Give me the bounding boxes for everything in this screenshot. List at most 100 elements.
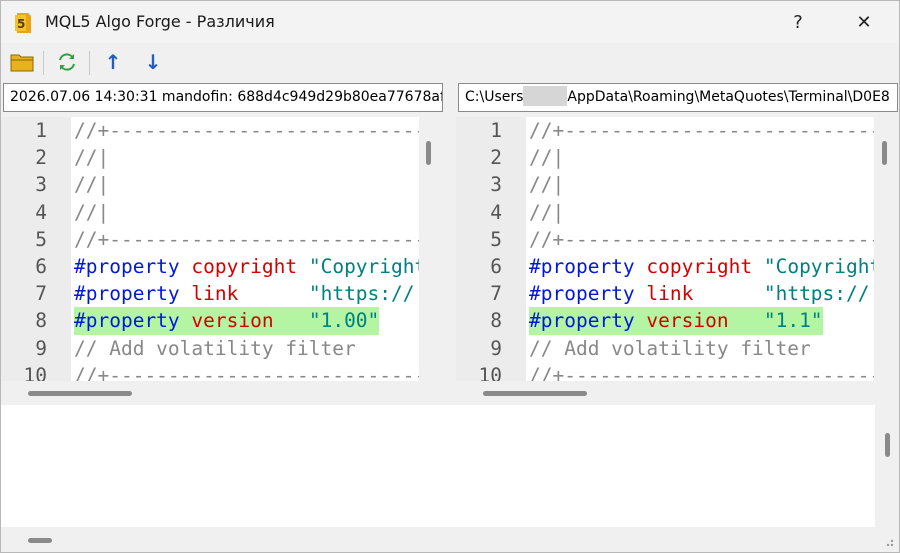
property-name: copyright bbox=[646, 254, 753, 278]
line-number: 8 bbox=[35, 309, 47, 333]
arrow-up-icon: ↑ bbox=[104, 50, 122, 74]
property-name: copyright bbox=[191, 254, 298, 278]
line-number: 10 bbox=[23, 363, 47, 381]
code-text: //| bbox=[529, 144, 564, 171]
right-horizontal-scrollbar[interactable] bbox=[456, 381, 899, 405]
comment-text: // Add volatility filter bbox=[74, 336, 356, 360]
comment-text: //+------------------------------------- bbox=[74, 119, 419, 142]
line-number: 6 bbox=[490, 254, 502, 278]
code-line: 3 //| C bbox=[456, 171, 874, 198]
code-text: //| bbox=[529, 199, 564, 226]
code-line: 1 //+------------------------------------… bbox=[1, 117, 419, 144]
directive-keyword: #property bbox=[74, 282, 180, 306]
code-text: //| C bbox=[529, 171, 874, 198]
code-line: 9 // Add volatility filter bbox=[456, 335, 874, 362]
scroll-thumb[interactable] bbox=[28, 538, 52, 543]
refresh-button[interactable] bbox=[54, 49, 80, 75]
comment-text: //+------------------------------------- bbox=[529, 119, 874, 142]
details-vertical-scrollbar[interactable] bbox=[877, 405, 897, 527]
open-folder-button[interactable] bbox=[9, 49, 35, 75]
code-text: //+------------------------------------- bbox=[529, 117, 874, 144]
right-vertical-scrollbar[interactable] bbox=[877, 117, 895, 381]
code-line: 7 #property link "https:// bbox=[1, 280, 419, 307]
diff-window: 5 MQL5 Algo Forge - Различия ? ✕ ↑ ↓ 202… bbox=[0, 0, 900, 553]
code-text: #property copyright "Copyright bbox=[529, 253, 874, 280]
code-text: //+------------------------------------- bbox=[529, 362, 874, 381]
directive-keyword: #property bbox=[74, 254, 180, 278]
left-file-path[interactable]: 2026.07.06 14:30:31 mandofin: 688d4c949d… bbox=[3, 83, 443, 112]
arrow-down-icon: ↓ bbox=[144, 50, 162, 74]
property-value: "https:// bbox=[308, 282, 415, 306]
scroll-thumb[interactable] bbox=[483, 391, 587, 396]
title-bar[interactable]: 5 MQL5 Algo Forge - Различия ? ✕ bbox=[1, 1, 899, 43]
code-line: 2 //| bbox=[1, 144, 419, 171]
right-path-prefix: C:\Users bbox=[465, 89, 524, 105]
comment-text: //| bbox=[74, 146, 110, 170]
property-name: link bbox=[191, 282, 239, 306]
changed-code-line: 8 #property version "1.1" bbox=[456, 307, 874, 335]
scroll-thumb[interactable] bbox=[885, 433, 890, 457]
comment-text: //+------------------------------------- bbox=[74, 363, 419, 381]
code-text: //+------------------------------------- bbox=[74, 362, 419, 381]
toolbar: ↑ ↓ bbox=[1, 43, 899, 81]
scroll-thumb[interactable] bbox=[28, 391, 132, 396]
right-code-pane[interactable]: 1 //+------------------------------------… bbox=[456, 117, 874, 381]
line-number: 4 bbox=[35, 200, 47, 224]
code-text: #property copyright "Copyright bbox=[74, 253, 419, 280]
left-code-pane[interactable]: 1 //+------------------------------------… bbox=[1, 117, 419, 381]
close-button[interactable]: ✕ bbox=[841, 1, 887, 43]
mql5-app-icon: 5 bbox=[15, 13, 31, 33]
code-line: 6 #property copyright "Copyright bbox=[1, 253, 419, 280]
details-horizontal-scrollbar[interactable] bbox=[1, 527, 875, 552]
directive-keyword: #property bbox=[529, 309, 635, 333]
next-difference-button[interactable]: ↓ bbox=[140, 49, 166, 75]
comment-text: // Add volatility filter bbox=[529, 336, 811, 360]
refresh-icon bbox=[59, 53, 75, 71]
property-name: version bbox=[191, 309, 274, 333]
line-number: 5 bbox=[35, 227, 47, 251]
code-text: #property version "1.00" bbox=[74, 307, 380, 335]
right-code-lines: 1 //+------------------------------------… bbox=[456, 117, 874, 381]
previous-difference-button[interactable]: ↑ bbox=[100, 49, 126, 75]
code-line: 5 //+------------------------------------… bbox=[1, 226, 419, 253]
resize-grip-icon[interactable] bbox=[881, 534, 895, 548]
property-value: "Copyright bbox=[763, 254, 874, 278]
help-button[interactable]: ? bbox=[775, 1, 821, 43]
svg-text:5: 5 bbox=[17, 17, 25, 31]
right-file-path[interactable]: C:\Users AppData\Roaming\MetaQuotes\Termi… bbox=[458, 83, 898, 112]
directive-keyword: #property bbox=[529, 282, 635, 306]
comment-text: //| bbox=[74, 200, 110, 224]
code-text: #property link "https:// bbox=[529, 280, 870, 307]
property-value: "https:// bbox=[763, 282, 870, 306]
details-pane[interactable] bbox=[1, 405, 875, 527]
code-text: //+------------------------------------- bbox=[529, 226, 874, 253]
code-text: // Add volatility filter bbox=[74, 335, 356, 362]
left-horizontal-scrollbar[interactable] bbox=[1, 381, 441, 405]
line-number: 3 bbox=[490, 173, 502, 197]
line-number: 6 bbox=[35, 254, 47, 278]
code-text: // Add volatility filter bbox=[529, 335, 811, 362]
line-number: 8 bbox=[490, 309, 502, 333]
code-text: //| bbox=[74, 144, 109, 171]
property-value: "Copyright bbox=[308, 254, 419, 278]
code-line: 10 //+-----------------------------------… bbox=[1, 362, 419, 381]
toolbar-separator bbox=[89, 51, 90, 75]
line-number: 10 bbox=[478, 363, 502, 381]
code-line: 6 #property copyright "Copyright bbox=[456, 253, 874, 280]
comment-text: //+------------------------------------- bbox=[529, 363, 874, 381]
code-text: //| bbox=[74, 199, 109, 226]
line-number: 9 bbox=[490, 336, 502, 360]
comment-text: //| C bbox=[529, 173, 565, 197]
code-line: 2 //| bbox=[456, 144, 874, 171]
scroll-thumb[interactable] bbox=[426, 141, 431, 165]
comment-text: //| bbox=[529, 200, 565, 224]
left-vertical-scrollbar[interactable] bbox=[421, 117, 439, 381]
comment-text: //| bbox=[529, 146, 565, 170]
code-line: 1 //+------------------------------------… bbox=[456, 117, 874, 144]
scroll-thumb[interactable] bbox=[882, 141, 887, 165]
code-line: 10 //+-----------------------------------… bbox=[456, 362, 874, 381]
comment-text: //+------------------------------------- bbox=[74, 227, 419, 251]
line-number: 3 bbox=[35, 173, 47, 197]
